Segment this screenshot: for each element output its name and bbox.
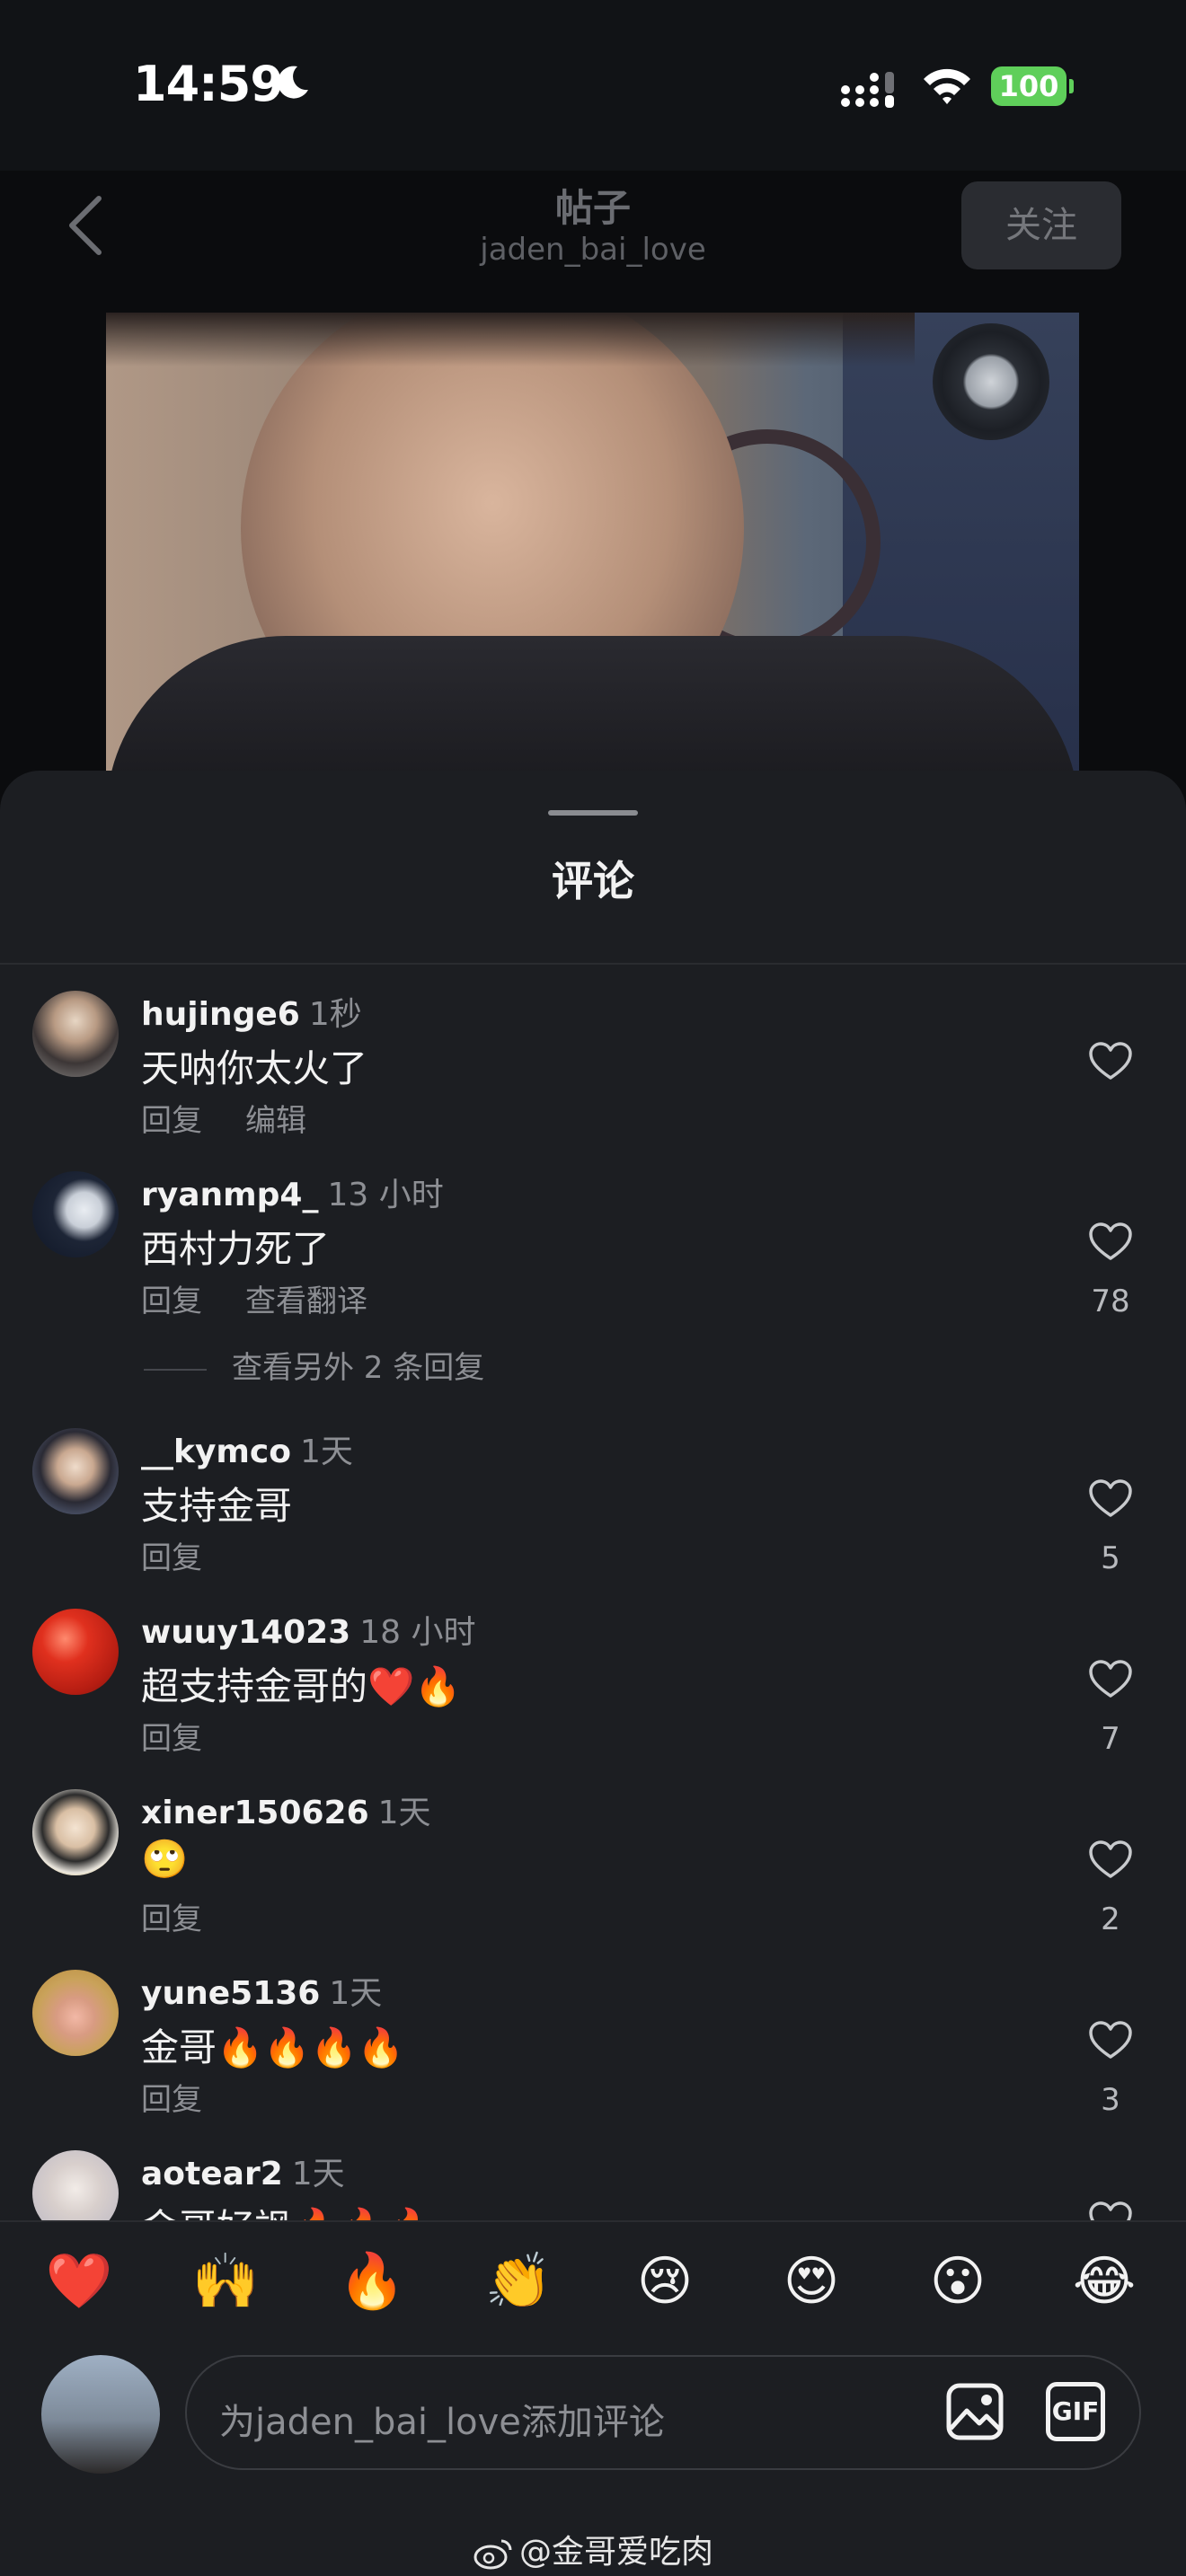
reply-button[interactable]: 回复 — [141, 2082, 202, 2118]
comment-time: 1天 — [377, 1795, 431, 1831]
reply-button[interactable]: 回复 — [141, 1721, 202, 1757]
like-count: 78 — [1091, 1284, 1130, 1319]
video-preview[interactable] — [106, 313, 1079, 780]
composer-avatar[interactable] — [41, 2355, 160, 2474]
comment-username[interactable]: yune5136 — [141, 1975, 320, 2012]
sheet-title: 评论 — [552, 857, 634, 905]
heart-icon[interactable] — [1089, 2021, 1132, 2060]
comment-text: 支持金哥 — [141, 1484, 293, 1528]
watermark-text: @金哥爱吃肉 — [518, 2534, 713, 2571]
video-background-knob — [933, 323, 1049, 440]
comment-time: 1天 — [300, 1434, 353, 1470]
comment-text: 天呐你太火了 — [141, 1046, 368, 1090]
comment-text: 金哥🔥🔥🔥🔥 — [141, 2025, 405, 2069]
sheet-grab-handle[interactable] — [548, 810, 638, 816]
heart-icon[interactable] — [1089, 2201, 1132, 2220]
emoji-raising-hands[interactable]: 🙌 — [190, 2245, 261, 2317]
reply-button[interactable]: 回复 — [141, 1540, 202, 1576]
heart-icon[interactable] — [1089, 1042, 1132, 1081]
replies-line — [144, 1368, 207, 1371]
watermark: @金哥爱吃肉 — [0, 2526, 1186, 2572]
comment-username[interactable]: xiner150626 — [141, 1795, 369, 1831]
comment-username[interactable]: ryanmp4_ — [141, 1177, 318, 1213]
comment-time: 1天 — [291, 2156, 345, 2192]
moon-icon — [278, 66, 308, 99]
comment-text: 西村力死了 — [141, 1227, 331, 1271]
heart-icon[interactable] — [1089, 1660, 1132, 1699]
like-count: 2 — [1101, 1901, 1120, 1937]
divider — [0, 963, 1186, 965]
cellular-signal-icon — [841, 72, 894, 108]
battery-cap — [1069, 79, 1074, 93]
reply-button[interactable]: 回复 — [141, 1284, 202, 1319]
comment-text: 🙄 — [141, 1837, 189, 1881]
video-subject-shirt — [106, 636, 1079, 780]
comment-username[interactable]: __kymco — [141, 1434, 291, 1470]
image-icon[interactable] — [945, 2382, 1005, 2441]
weibo-logo-icon — [474, 2539, 512, 2570]
view-more-replies[interactable]: 查看另外 2 条回复 — [144, 1343, 484, 1387]
comment-input-placeholder: 为jaden_bai_love添加评论 — [219, 2402, 665, 2443]
comment-username[interactable]: aotear2 — [141, 2156, 283, 2192]
avatar[interactable] — [32, 1171, 119, 1257]
heart-icon[interactable] — [1089, 1479, 1132, 1519]
follow-button[interactable]: 关注 — [961, 181, 1121, 269]
comment-time: 1天 — [329, 1975, 383, 2012]
reply-button[interactable]: 回复 — [141, 1103, 202, 1139]
avatar[interactable] — [32, 991, 119, 1077]
avatar[interactable] — [32, 1428, 119, 1514]
battery-level: 100 — [991, 66, 1067, 106]
status-time: 14:59 — [133, 56, 284, 112]
wifi-icon — [924, 68, 970, 104]
emoji-clapping-hands[interactable]: 👏 — [482, 2245, 554, 2317]
comment-username[interactable]: wuuy14023 — [141, 1614, 350, 1651]
view-more-replies-label: 查看另外 2 条回复 — [232, 1350, 485, 1386]
edit-button[interactable]: 编辑 — [245, 1103, 306, 1139]
video-subject-hair — [106, 313, 915, 366]
heart-icon[interactable] — [1089, 1840, 1132, 1880]
comment-text: 金哥好飒🔥🔥🔥 — [141, 2198, 433, 2220]
avatar[interactable] — [32, 1609, 119, 1695]
comment-username[interactable]: hujinge6 — [141, 996, 300, 1033]
comment-time: 1秒 — [308, 996, 362, 1033]
translate-button[interactable]: 查看翻译 — [245, 1284, 367, 1319]
gif-button[interactable]: GIF — [1046, 2382, 1105, 2441]
emoji-tears-of-joy[interactable]: 😂 — [1068, 2245, 1140, 2317]
comment-time: 18 小时 — [359, 1614, 476, 1651]
comment-time: 13 小时 — [327, 1177, 444, 1213]
emoji-reaction-bar — [0, 2220, 1186, 2344]
emoji-heart-eyes[interactable]: 😍 — [775, 2245, 847, 2317]
like-count: 3 — [1101, 2082, 1120, 2118]
emoji-crying-face[interactable]: 😢 — [629, 2245, 701, 2317]
comment-text: 超支持金哥的❤️🔥 — [141, 1664, 462, 1708]
avatar[interactable] — [32, 1970, 119, 2056]
emoji-red-heart[interactable]: ❤️ — [43, 2245, 115, 2317]
battery-indicator: 100 — [991, 66, 1074, 106]
like-count: 5 — [1101, 1540, 1120, 1576]
avatar[interactable] — [32, 1789, 119, 1875]
comment-item: aotear21天 金哥好飒🔥🔥🔥 — [0, 2148, 1186, 2220]
emoji-fire[interactable]: 🔥 — [336, 2245, 408, 2317]
avatar[interactable] — [32, 2150, 119, 2220]
like-count: 7 — [1101, 1721, 1120, 1757]
heart-icon[interactable] — [1089, 1222, 1132, 1262]
emoji-surprised-face[interactable]: 😮 — [922, 2245, 994, 2317]
reply-button[interactable]: 回复 — [141, 1901, 202, 1937]
